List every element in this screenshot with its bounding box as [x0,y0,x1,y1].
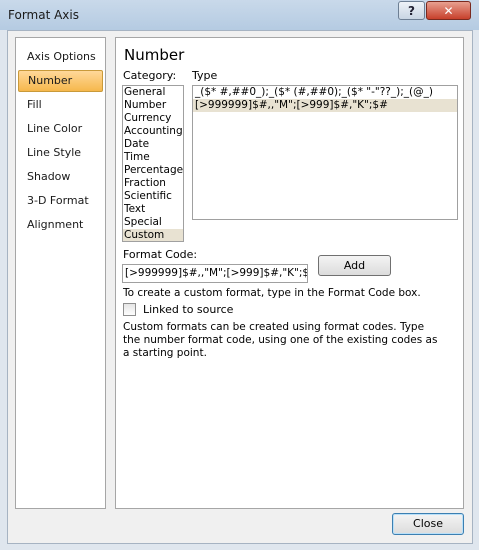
window-close-button[interactable]: ✕ [426,1,471,20]
category-item[interactable]: General [123,86,183,99]
close-icon: ✕ [443,3,454,18]
sidebar-nav: Axis Options Number Fill Line Color Line… [15,37,106,509]
category-item[interactable]: Fraction [123,177,183,190]
type-label: Type [192,69,218,82]
category-item[interactable]: Number [123,99,183,112]
linked-to-source-label: Linked to source [143,303,234,316]
sidebar-item-shadow[interactable]: Shadow [18,166,103,188]
category-item[interactable]: Text [123,203,183,216]
sidebar-item-line-color[interactable]: Line Color [18,118,103,140]
type-item[interactable]: _($* #,##0_);_($* (#,##0);_($* "-"??_);_… [193,86,457,99]
window-title: Format Axis [8,8,79,22]
category-item[interactable]: Currency [123,112,183,125]
linked-to-source-checkbox[interactable] [123,303,136,316]
sidebar-item-alignment[interactable]: Alignment [18,214,103,236]
sidebar-item-number[interactable]: Number [18,70,103,92]
title-bar: Format Axis ? ✕ [0,0,479,30]
close-button[interactable]: Close [392,513,464,535]
category-item[interactable]: Date [123,138,183,151]
sidebar-item-3d-format[interactable]: 3-D Format [18,190,103,212]
category-item[interactable]: Accounting [123,125,183,138]
help-icon: ? [408,3,415,18]
category-list[interactable]: General Number Currency Accounting Date … [122,85,184,242]
category-item[interactable]: Percentage [123,164,183,177]
custom-format-description: Custom formats can be created using form… [123,321,438,359]
help-button[interactable]: ? [398,1,425,20]
sidebar-item-line-style[interactable]: Line Style [18,142,103,164]
format-hint: To create a custom format, type in the F… [123,287,421,299]
format-code-label: Format Code: [123,248,198,261]
category-label: Category: [123,69,177,82]
category-item-selected[interactable]: Custom [123,229,183,241]
type-item-selected[interactable]: [>999999]$#,,"M";[>999]$#,"K";$# [193,99,457,112]
dialog-body: Axis Options Number Fill Line Color Line… [7,30,473,544]
category-item[interactable]: Time [123,151,183,164]
sidebar-item-axis-options[interactable]: Axis Options [18,46,103,68]
number-panel: Number Category: Type General Number Cur… [115,37,464,509]
type-list[interactable]: _($* #,##0_);_($* (#,##0);_($* "-"??_);_… [192,85,458,220]
category-item[interactable]: Scientific [123,190,183,203]
sidebar-item-fill[interactable]: Fill [18,94,103,116]
format-code-input[interactable]: [>999999]$#,,"M";[>999]$#,"K";$# [122,264,308,283]
category-item[interactable]: Special [123,216,183,229]
add-button[interactable]: Add [318,255,391,276]
panel-heading: Number [124,46,185,64]
